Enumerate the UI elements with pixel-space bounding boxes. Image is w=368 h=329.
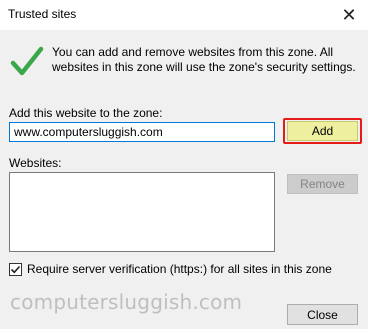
add-website-label: Add this website to the zone: <box>9 106 163 120</box>
remove-button[interactable]: Remove <box>287 174 358 194</box>
server-verification-label: Require server verification (https:) for… <box>27 262 332 276</box>
website-url-input[interactable] <box>9 122 275 142</box>
trusted-sites-dialog: Trusted sites ✕ You can add and remove w… <box>0 0 368 329</box>
websites-list[interactable] <box>9 172 275 252</box>
server-verification-checkbox[interactable] <box>9 262 22 276</box>
close-icon[interactable]: ✕ <box>336 2 362 28</box>
zone-info-text: You can add and remove websites from thi… <box>52 45 356 74</box>
title-bar: Trusted sites ✕ <box>0 0 368 30</box>
close-button[interactable]: Close <box>287 304 358 325</box>
checkbox-check-icon <box>10 265 21 273</box>
checkmark-icon <box>10 46 44 76</box>
watermark: computersluggish.com <box>10 290 243 314</box>
add-button[interactable]: Add <box>287 121 358 141</box>
websites-label: Websites: <box>9 156 62 170</box>
window-title: Trusted sites <box>8 7 77 21</box>
server-verification-row[interactable]: Require server verification (https:) for… <box>9 262 332 276</box>
